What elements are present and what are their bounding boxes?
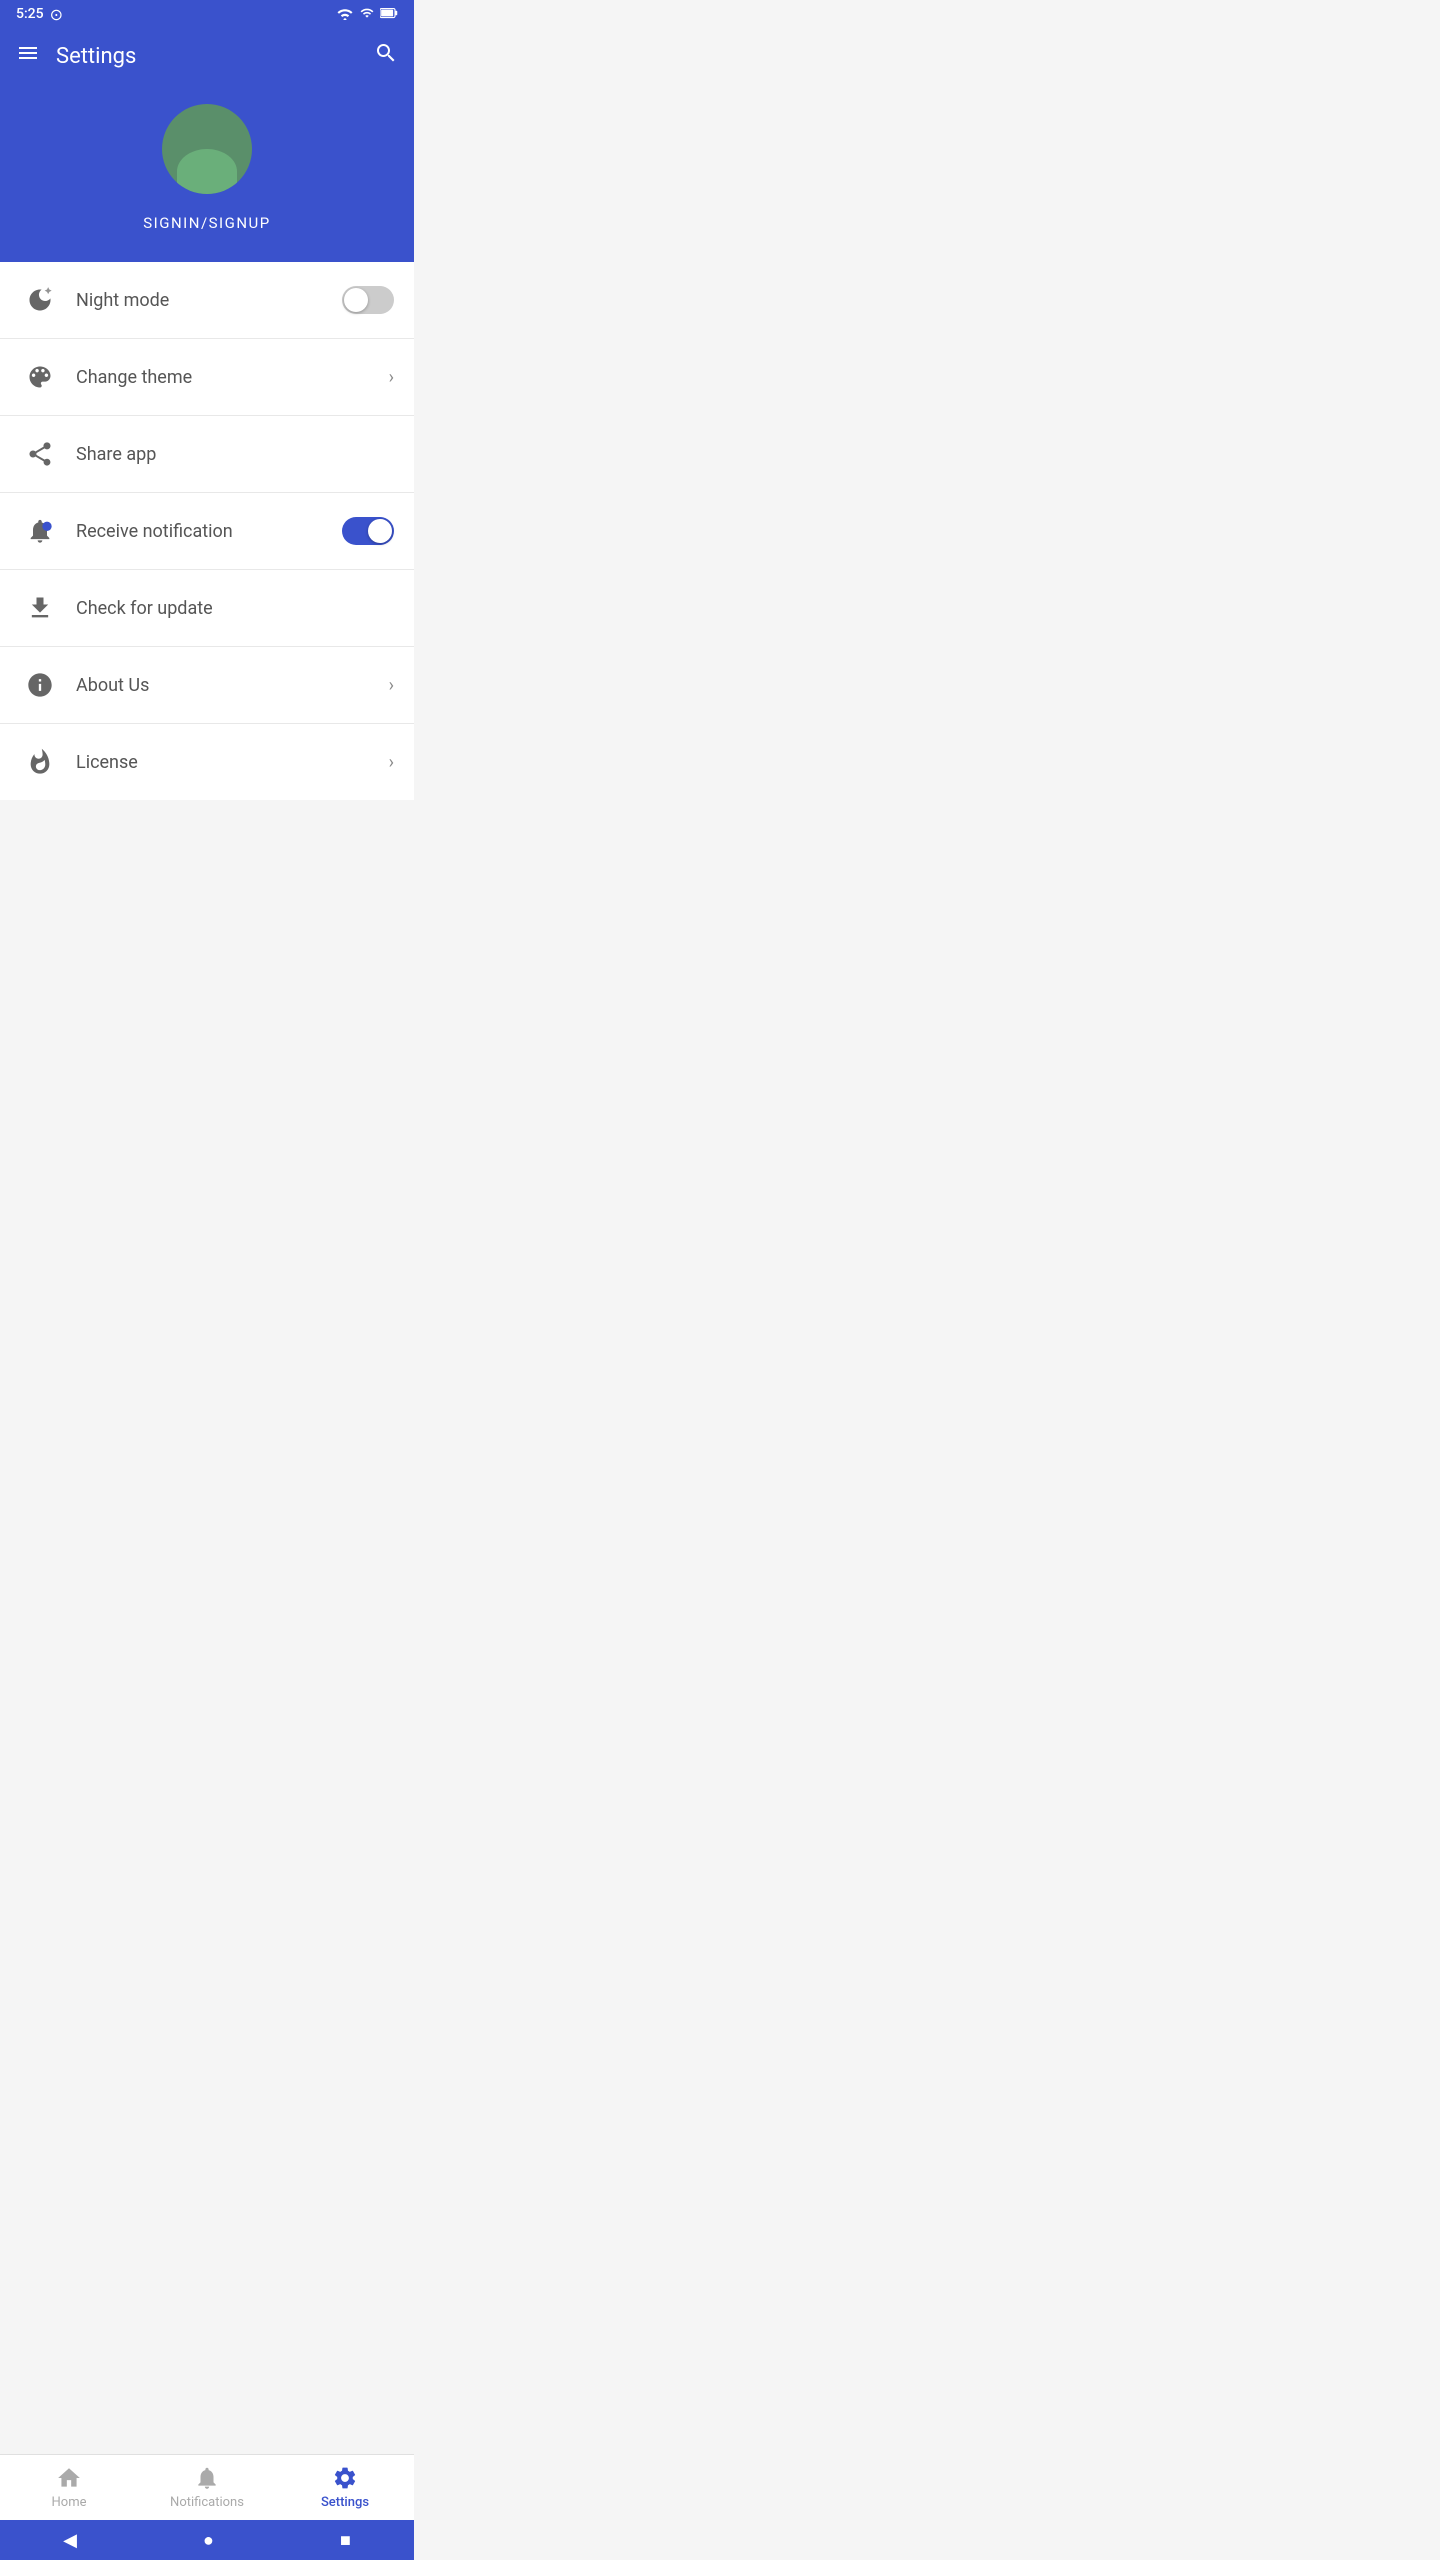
recent-apps-button[interactable]: ■ — [340, 2530, 351, 2551]
night-mode-item[interactable]: Night mode — [0, 262, 414, 339]
wifi-icon — [336, 6, 354, 23]
fire-icon — [20, 742, 60, 782]
nav-notifications[interactable]: Notifications — [138, 2465, 276, 2510]
palette-icon — [20, 357, 60, 397]
avatar[interactable] — [162, 104, 252, 194]
status-bar: 5:25 ⊙ — [0, 0, 414, 28]
app-bar: Settings — [0, 28, 414, 84]
page-title: Settings — [56, 44, 136, 69]
nav-settings[interactable]: Settings — [276, 2465, 414, 2510]
avatar-body — [177, 149, 237, 194]
home-icon — [56, 2465, 82, 2491]
share-app-item[interactable]: Share app — [0, 416, 414, 493]
change-theme-label: Change theme — [76, 367, 389, 388]
night-mode-toggle[interactable] — [342, 286, 394, 314]
battery-icon — [380, 6, 398, 23]
about-us-chevron: › — [389, 675, 394, 696]
license-chevron: › — [389, 752, 394, 773]
share-icon — [20, 434, 60, 474]
toggle-knob-notification — [368, 519, 392, 543]
nav-notifications-label: Notifications — [170, 2495, 244, 2510]
back-button[interactable]: ◀ — [63, 2530, 77, 2551]
download-icon — [20, 588, 60, 628]
about-us-label: About Us — [76, 675, 389, 696]
nav-settings-label: Settings — [321, 2495, 369, 2510]
nav-home-label: Home — [52, 2495, 87, 2510]
receive-notification-toggle[interactable] — [342, 517, 394, 545]
profile-header: SIGNIN/SIGNUP — [0, 84, 414, 262]
about-us-item[interactable]: About Us › — [0, 647, 414, 724]
receive-notification-label: Receive notification — [76, 521, 342, 542]
toggle-knob — [344, 288, 368, 312]
status-right — [336, 6, 398, 23]
time-display: 5:25 — [16, 6, 44, 22]
nav-settings-icon — [332, 2465, 358, 2491]
app-bar-left: Settings — [16, 41, 136, 71]
sync-icon: ⊙ — [50, 5, 63, 24]
change-theme-chevron: › — [389, 367, 394, 388]
license-label: License — [76, 752, 389, 773]
home-button[interactable]: ● — [203, 2530, 214, 2551]
nav-bell-icon — [194, 2465, 220, 2491]
receive-notification-item[interactable]: Receive notification — [0, 493, 414, 570]
signal-icon — [360, 6, 374, 23]
bottom-nav: Home Notifications Settings — [0, 2454, 414, 2520]
check-update-label: Check for update — [76, 598, 394, 619]
notification-bell-icon — [20, 511, 60, 551]
license-item[interactable]: License › — [0, 724, 414, 800]
signin-signup-button[interactable]: SIGNIN/SIGNUP — [143, 214, 270, 232]
status-left: 5:25 ⊙ — [16, 5, 63, 24]
nav-home[interactable]: Home — [0, 2465, 138, 2510]
info-icon — [20, 665, 60, 705]
settings-list: Night mode Change theme › Share app — [0, 262, 414, 920]
night-mode-label: Night mode — [76, 290, 342, 311]
search-button[interactable] — [374, 41, 398, 71]
share-app-label: Share app — [76, 444, 394, 465]
system-nav-bar: ◀ ● ■ — [0, 2520, 414, 2560]
change-theme-item[interactable]: Change theme › — [0, 339, 414, 416]
check-update-item[interactable]: Check for update — [0, 570, 414, 647]
night-mode-icon — [20, 280, 60, 320]
settings-items-container: Night mode Change theme › Share app — [0, 262, 414, 800]
hamburger-menu-button[interactable] — [16, 41, 40, 71]
